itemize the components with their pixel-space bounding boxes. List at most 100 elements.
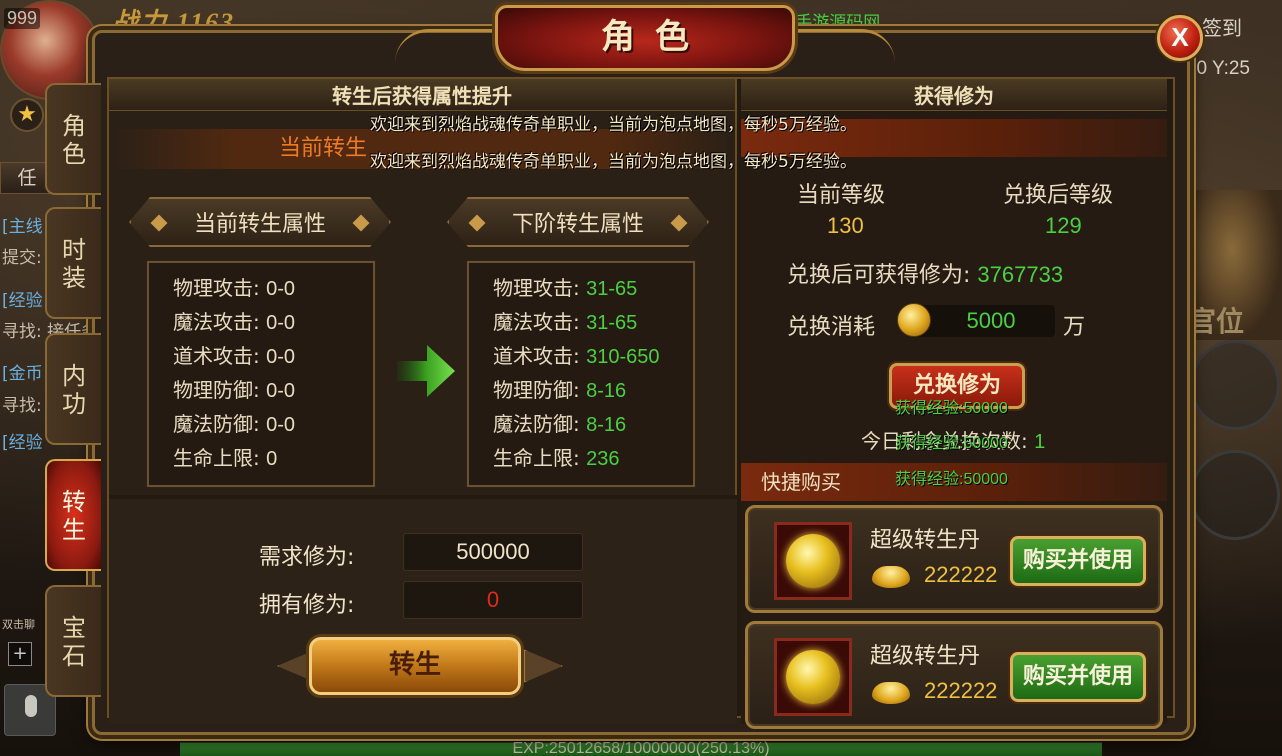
attr-label: 物理防御: xyxy=(173,378,260,402)
current-attrs-title: 当前转生属性 xyxy=(129,197,391,247)
rebirth-pill-icon[interactable] xyxy=(774,638,852,716)
attr-label: 道术攻击: xyxy=(173,344,260,368)
attr-label: 生命上限: xyxy=(173,446,260,470)
shop-item: 超级转生丹 222222 购买并使用 xyxy=(745,505,1163,613)
attr-row: 魔法防御: 8-16 xyxy=(493,407,693,441)
player-level: 999 xyxy=(4,8,41,29)
rebirth-panel-header: 转生后获得属性提升 xyxy=(109,79,735,111)
checkin-button[interactable]: 签到 xyxy=(1202,12,1242,41)
attr-value: 310-650 xyxy=(586,346,660,368)
map-coordinates: 0 Y:25 xyxy=(1196,58,1250,79)
rebirth-button[interactable]: 转生 xyxy=(309,637,521,695)
next-attrs-list: 物理攻击: 31-65 魔法攻击: 31-65 道术攻击: 310-650 物理… xyxy=(466,260,696,488)
attr-label: 魔法攻击: xyxy=(493,310,580,334)
star-icon[interactable]: ★ xyxy=(10,98,44,132)
tab-fashion[interactable]: 时装 xyxy=(45,207,101,319)
chat-hint: 双击聊 xyxy=(2,618,35,631)
window-content: 转生后获得属性提升 当前转生 当前转生属性 下阶转生属性 物理攻击: 0-0 魔… xyxy=(107,77,1175,729)
tab-character[interactable]: 角色 xyxy=(45,83,101,195)
quest-tracker-line[interactable]: [经验 xyxy=(2,286,43,311)
attr-label: 魔法防御: xyxy=(173,412,260,436)
item-price: 222222 xyxy=(924,562,998,587)
gold-ingot-icon xyxy=(872,682,910,704)
current-level-label: 当前等级 xyxy=(797,183,886,208)
attr-label: 魔法攻击: xyxy=(173,310,260,334)
tab-inner-power[interactable]: 内功 xyxy=(45,333,101,445)
attr-row: 道术攻击: 0-0 xyxy=(173,339,373,373)
attr-value: 31-65 xyxy=(586,312,638,334)
rank-label[interactable]: 官位 xyxy=(1188,300,1244,340)
window-title: 角色 xyxy=(601,17,709,57)
owned-cultivation-value: 0 xyxy=(403,581,583,619)
rebirth-pill-icon[interactable] xyxy=(774,522,852,600)
cost-label: 兑换消耗 xyxy=(787,315,876,340)
tab-label: 转生 xyxy=(62,488,86,544)
buy-and-use-button[interactable]: 购买并使用 xyxy=(1010,652,1146,702)
quest-tracker-line[interactable]: 提交: xyxy=(2,243,42,268)
arrow-right-icon xyxy=(397,345,455,397)
exp-bar: EXP:25012658/10000000(250.13%) xyxy=(180,740,1102,756)
cost-value: 5000 xyxy=(913,305,1055,337)
rebirth-requirement-panel: 需求修为: 500000 拥有修为: 0 转生 xyxy=(109,499,737,724)
current-attrs-list: 物理攻击: 0-0 魔法攻击: 0-0 道术攻击: 0-0 物理防御: 0-0 … xyxy=(146,260,376,488)
tab-gem[interactable]: 宝石 xyxy=(45,585,101,697)
quest-tracker-line[interactable]: 寻找: xyxy=(2,391,42,416)
attr-value: 0 xyxy=(266,448,278,470)
attr-value: 0-0 xyxy=(266,380,296,402)
attr-row: 魔法攻击: 31-65 xyxy=(493,305,693,339)
quest-tracker-line[interactable]: [主线 xyxy=(2,212,43,237)
remaining-exchanges-value: 1 xyxy=(1034,431,1046,453)
required-cultivation-value: 500000 xyxy=(403,533,583,571)
gold-ingot-icon xyxy=(872,566,910,588)
attr-value: 0-0 xyxy=(266,346,296,368)
quest-tracker-line[interactable]: [金币 xyxy=(2,359,43,384)
attr-value: 0-0 xyxy=(266,414,296,436)
cost-unit: 万 xyxy=(1063,315,1086,340)
attr-row: 道术攻击: 310-650 xyxy=(493,339,693,373)
floating-exp-gain: 获得经验:50000 xyxy=(895,435,1008,452)
close-button[interactable]: X xyxy=(1157,15,1203,61)
current-attrs-title-text: 当前转生属性 xyxy=(193,212,326,237)
attr-row: 物理攻击: 0-0 xyxy=(173,271,373,305)
attr-label: 道术攻击: xyxy=(493,344,580,368)
attr-value: 31-65 xyxy=(586,278,638,300)
attr-value: 0-0 xyxy=(266,278,296,300)
attr-value: 8-16 xyxy=(586,380,627,402)
exchange-panel-header: 获得修为 xyxy=(741,79,1167,111)
attr-value: 8-16 xyxy=(586,414,627,436)
exp-text: EXP:25012658/10000000(250.13%) xyxy=(512,740,770,756)
tab-rebirth[interactable]: 转生 xyxy=(45,459,101,571)
quest-tracker-line[interactable]: [经验 xyxy=(2,428,43,453)
button-ornament xyxy=(523,649,563,683)
attr-row: 魔法防御: 0-0 xyxy=(173,407,373,441)
gold-coin-icon xyxy=(897,303,931,337)
gain-row: 兑换后可获得修为: 3767733 xyxy=(787,257,1063,289)
attr-row: 魔法攻击: 0-0 xyxy=(173,305,373,339)
item-name: 超级转生丹 xyxy=(870,644,981,669)
tab-label: 角色 xyxy=(62,112,86,168)
floating-exp-gain: 获得经验:50000 xyxy=(895,400,1008,417)
rebirth-attributes-panel: 转生后获得属性提升 当前转生 当前转生属性 下阶转生属性 物理攻击: 0-0 魔… xyxy=(109,79,737,495)
item-price: 222222 xyxy=(924,678,998,703)
attr-row: 生命上限: 0 xyxy=(173,441,373,475)
attr-label: 物理攻击: xyxy=(173,276,260,300)
item-name: 超级转生丹 xyxy=(870,528,981,553)
attr-value: 0-0 xyxy=(266,312,296,334)
required-cultivation-label: 需求修为: xyxy=(259,545,355,570)
diamond-icon xyxy=(670,214,688,232)
attr-row: 物理防御: 8-16 xyxy=(493,373,693,407)
gain-value: 3767733 xyxy=(977,262,1064,287)
skill-slot[interactable] xyxy=(1190,340,1280,430)
diamond-icon xyxy=(352,214,370,232)
attr-row: 物理攻击: 31-65 xyxy=(493,271,693,305)
system-message: 欢迎来到烈焰战魂传奇单职业，当前为泡点地图，每秒5万经验。 xyxy=(370,115,857,135)
attr-row: 生命上限: 236 xyxy=(493,441,693,475)
after-level-value: 129 xyxy=(1045,213,1082,238)
buy-and-use-button[interactable]: 购买并使用 xyxy=(1010,536,1146,586)
next-attrs-title: 下阶转生属性 xyxy=(447,197,709,247)
next-attrs-title-text: 下阶转生属性 xyxy=(511,212,644,237)
chat-expand-icon[interactable]: + xyxy=(8,642,32,666)
after-level-label: 兑换后等级 xyxy=(1003,183,1114,208)
gain-label: 兑换后可获得修为: xyxy=(787,263,971,288)
skill-slot[interactable] xyxy=(1190,450,1280,540)
